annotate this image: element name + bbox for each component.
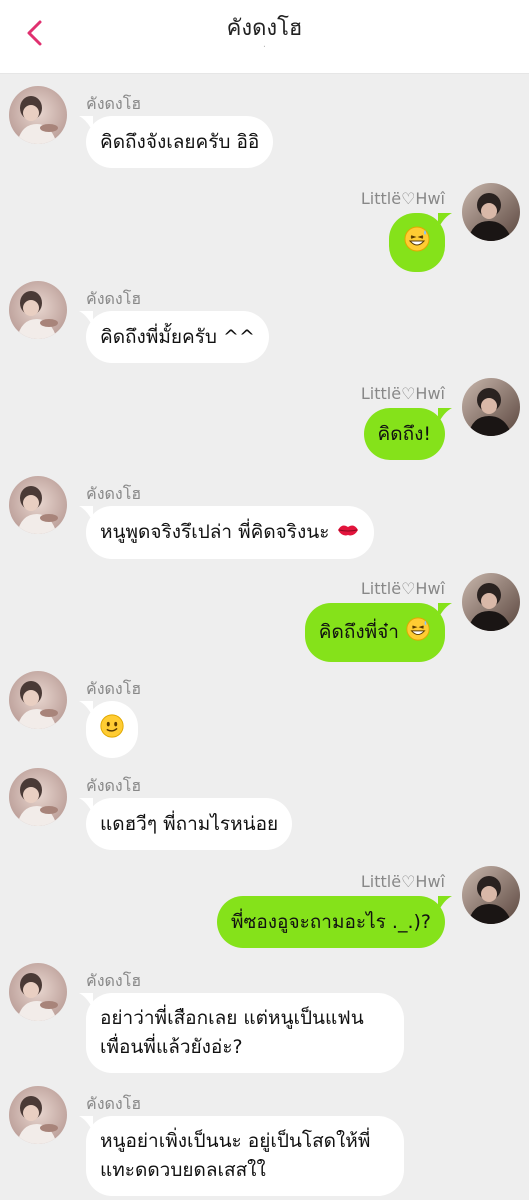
message-bubble[interactable]: คิดถึงพี่จ๋า [304,603,445,662]
message-bubble[interactable]: หนูพูดจริงรึเปล่า พี่คิดจริงนะ [86,506,374,559]
message-text: คิดถึงพี่จ๋า [318,621,399,643]
sender-name: คังดงโฮ [86,289,142,308]
sender-name: Littlë♡Hwî [360,579,445,598]
chat-subtitle: · [262,42,267,53]
message-text: อย่าว่าพี่เสือกเลย แต่หนูเป็นแฟนเพื่อนพี… [100,1007,364,1058]
sender-name: คังดงโฮ [86,776,142,795]
sender-name: คังดงโฮ [86,1094,142,1113]
message-text: แดฮวีๆ พี่ถามไรหน่อย [100,813,279,835]
avatar[interactable] [9,281,67,339]
avatar[interactable] [9,671,67,729]
avatar[interactable] [9,1086,67,1144]
message-bubble[interactable]: หนูอย่าเพิ่งเป็นนะ อยู่เป็นโสดให้พี่แทะด… [86,1116,404,1196]
chat-header: คังดงโฮ · [0,0,529,74]
smiling-face-emoji [99,713,125,746]
grinning-sweat-emoji [403,225,431,260]
avatar[interactable] [462,573,520,631]
avatar[interactable] [462,866,520,924]
message-bubble[interactable]: คิดถึงจังเลยครับ อิอิ [86,116,274,168]
chat-title: คังดงโฮ [226,16,303,41]
sender-name: คังดงโฮ [86,484,142,503]
avatar[interactable] [9,768,67,826]
message-bubble[interactable]: อย่าว่าพี่เสือกเลย แต่หนูเป็นแฟนเพื่อนพี… [86,993,404,1073]
avatar[interactable] [9,86,67,144]
avatar[interactable] [9,476,67,534]
message-bubble[interactable]: แดฮวีๆ พี่ถามไรหน่อย [86,798,293,850]
message-text: คิดถึงพี่มั้ยครับ ^^ [100,326,255,348]
sender-name: Littlë♡Hwî [360,872,445,891]
avatar[interactable] [462,378,520,436]
message-bubble[interactable]: คิดถึงพี่มั้ยครับ ^^ [86,311,269,363]
message-text: คิดถึงจังเลยครับ อิอิ [100,131,260,153]
avatar[interactable] [462,183,520,241]
grinning-sweat-emoji [405,616,431,649]
sender-name: คังดงโฮ [86,94,142,113]
message-bubble[interactable] [86,701,138,758]
sender-name: คังดงโฮ [86,679,142,698]
sender-name: คังดงโฮ [86,971,142,990]
sender-name: Littlë♡Hwî [360,384,445,403]
sender-name: Littlë♡Hwî [360,189,445,208]
message-bubble[interactable] [389,213,445,272]
message-text: คิดถึง! [377,423,431,445]
avatar[interactable] [9,963,67,1021]
message-text: หนูอย่าเพิ่งเป็นนะ อยู่เป็นโสดให้พี่แทะด… [100,1130,371,1181]
message-bubble[interactable]: คิดถึง! [363,408,445,460]
message-text: หนูพูดจริงรึเปล่า พี่คิดจริงนะ [100,521,330,543]
message-bubble[interactable]: พี่ซองอูจะถามอะไร ._.)? [216,896,445,948]
kiss-lips-emoji [336,520,360,546]
message-text: พี่ซองอูจะถามอะไร ._.)? [230,911,431,933]
